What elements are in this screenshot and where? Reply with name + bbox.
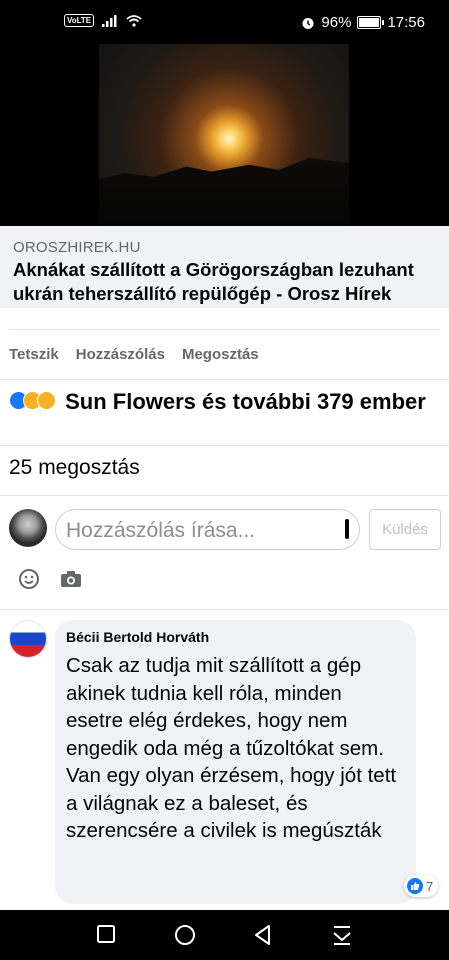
post-actions: Tetszik Hozzászólás Megosztás (9, 346, 259, 363)
back-icon[interactable] (252, 924, 274, 946)
reaction-icons (9, 390, 56, 410)
navigation-bar (0, 910, 449, 960)
explosion-video-frame[interactable] (99, 44, 349, 226)
comment-text: Csak az tudja mit szállított a gép akine… (66, 654, 397, 842)
divider (0, 495, 449, 496)
clock: 17:56 (387, 14, 425, 31)
hide-keyboard-icon[interactable] (331, 924, 353, 946)
divider (9, 329, 440, 330)
like-button[interactable]: Tetszik (9, 346, 59, 363)
battery-icon (357, 16, 385, 29)
user-avatar (9, 509, 47, 547)
share-count[interactable]: 25 megosztás (9, 456, 140, 480)
reactions-summary[interactable]: Sun Flowers és további 379 ember (9, 388, 429, 415)
volte-indicator: VoLTE (64, 14, 95, 27)
status-left: VoLTE (64, 14, 142, 27)
share-button[interactable]: Megosztás (182, 346, 259, 363)
status-bar: VoLTE 96% 17:56 (0, 0, 449, 44)
video-player[interactable] (0, 44, 449, 226)
haha-icon (37, 391, 56, 410)
status-right: 96% 17:56 (301, 14, 425, 31)
divider (0, 445, 449, 446)
signal-icon (102, 14, 117, 27)
like-count-value: 7 (426, 878, 434, 894)
send-button[interactable]: Küldés (369, 509, 441, 550)
alarm-icon (302, 17, 314, 29)
home-icon[interactable] (174, 924, 196, 946)
recents-icon[interactable] (96, 924, 116, 944)
link-domain: OROSZHIREK.HU (13, 239, 141, 256)
camera-icon[interactable] (60, 570, 82, 588)
comment-input[interactable]: Hozzászólás írása... (55, 509, 360, 550)
comment-placeholder: Hozzászólás írása... (66, 519, 256, 542)
comment-bubble: Bécii Bertold Horváth Csak az tudja mit … (55, 620, 416, 904)
comment-author[interactable]: Bécii Bertold Horváth (66, 629, 209, 645)
commenter-avatar[interactable] (9, 620, 47, 658)
wifi-icon (126, 14, 142, 27)
divider (0, 609, 449, 610)
divider (0, 379, 449, 380)
link-title[interactable]: Aknákat szállított a Görögországban lezu… (13, 258, 443, 306)
comment-button[interactable]: Hozzászólás (76, 346, 165, 363)
comment-like-count[interactable]: 7 (404, 875, 439, 897)
battery-percent: 96% (321, 14, 352, 31)
text-cursor (345, 519, 349, 539)
emoji-icon[interactable] (18, 568, 40, 590)
reactions-text: Sun Flowers és további 379 ember (65, 389, 426, 414)
thumbs-up-icon (407, 878, 423, 894)
link-preview[interactable]: OROSZHIREK.HU Aknákat szállított a Görög… (0, 226, 449, 308)
